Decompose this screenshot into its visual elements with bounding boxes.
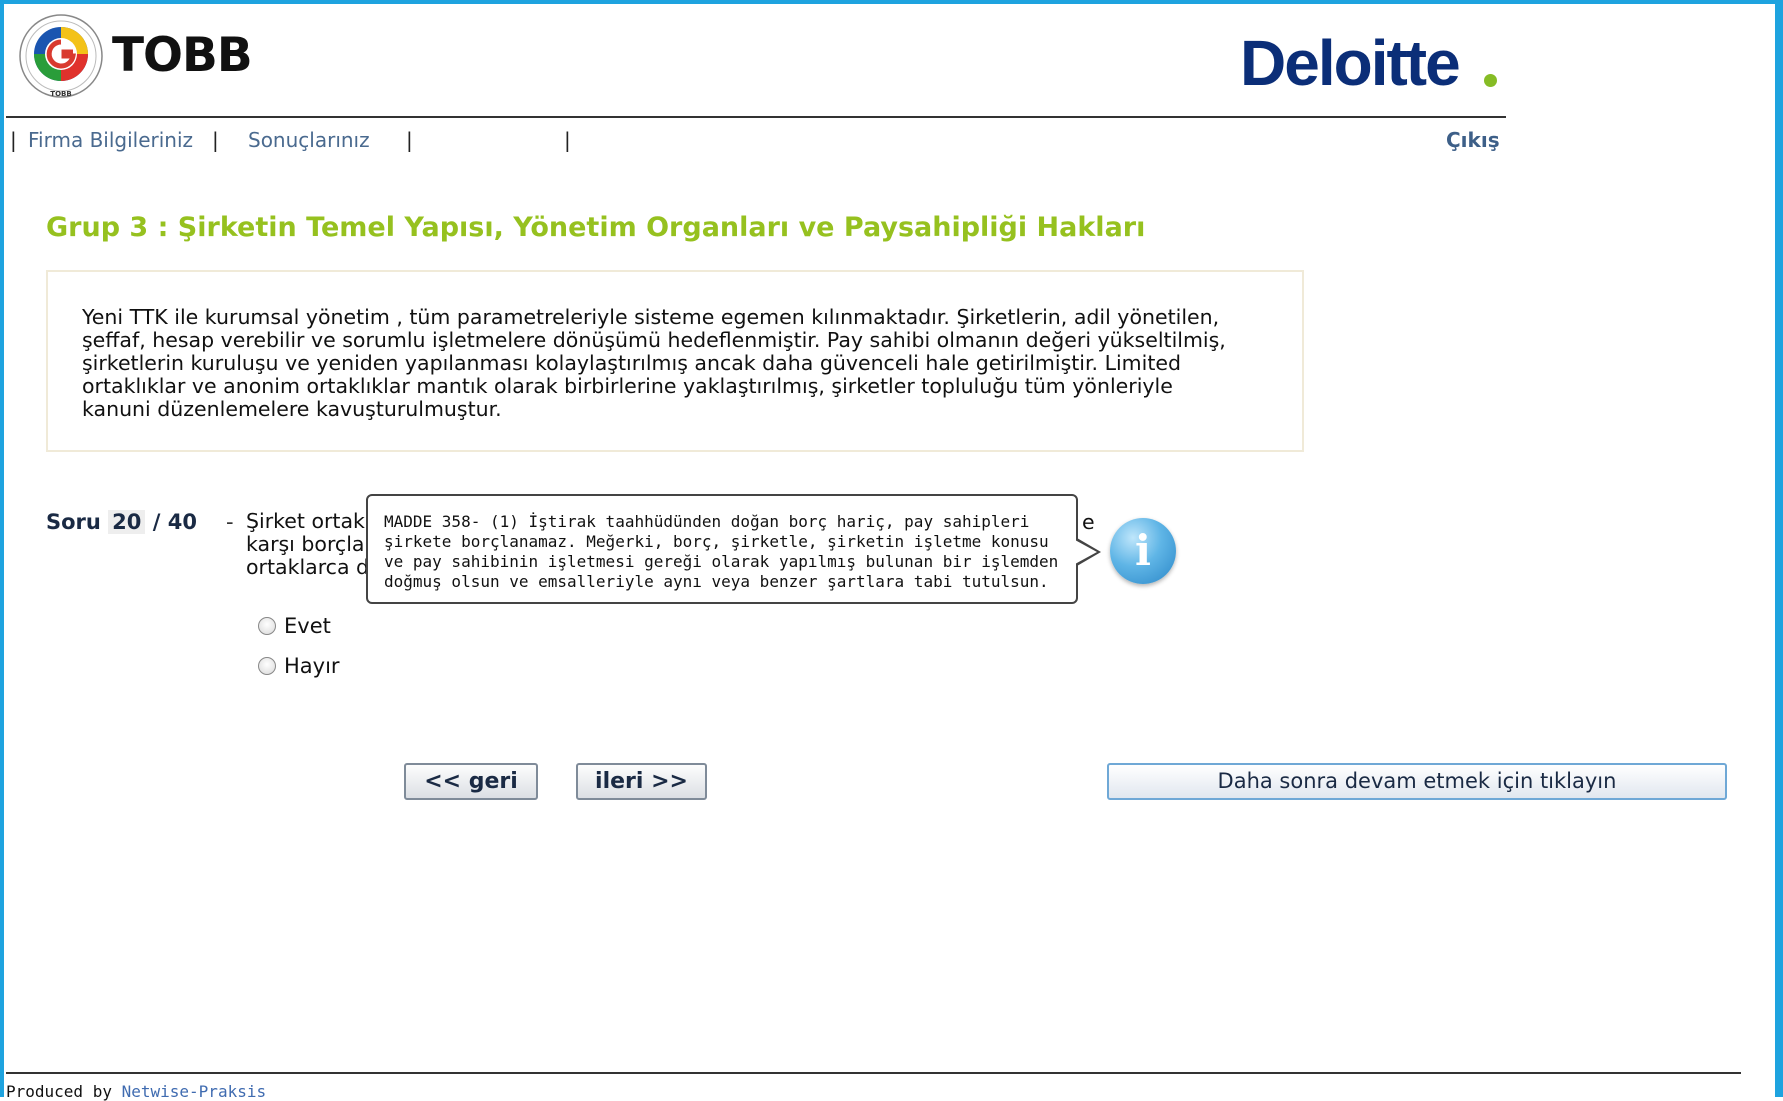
question-total: 40: [167, 510, 197, 534]
question-dash: -: [226, 510, 234, 534]
logout-link[interactable]: Çıkış: [1446, 128, 1500, 152]
footer-produced-by: Produced by: [6, 1082, 112, 1101]
tooltip-arrow-fill: [1075, 540, 1097, 564]
back-button[interactable]: << geri: [404, 763, 538, 800]
intro-line: Yeni TTK ile kurumsal yönetim , tüm para…: [82, 305, 1220, 329]
question-prefix: Soru: [46, 510, 101, 534]
intro-line: şirketlerin kuruluşu ve yeniden yapılanm…: [82, 351, 1182, 375]
law-tooltip: MADDE 358- (1) İştirak taahhüdünden doğa…: [366, 494, 1101, 604]
continue-later-button[interactable]: Daha sonra devam etmek için tıklayın: [1107, 763, 1727, 800]
footer-company-link[interactable]: Netwise-Praksis: [122, 1082, 267, 1101]
header: TOBB TOBB Deloitte: [6, 0, 1506, 118]
intro-box: Yeni TTK ile kurumsal yönetim , tüm para…: [46, 270, 1304, 452]
tooltip-line: MADDE 358- (1) İştirak taahhüdünden doğa…: [384, 512, 1030, 531]
intro-line: ortaklıklar ve anonim ortaklıklar mantık…: [82, 374, 1173, 398]
question-separator: /: [152, 510, 161, 534]
tooltip-line: şirkete borçlanamaz. Meğerki, borç, şirk…: [384, 532, 1049, 551]
nav-separator: |: [406, 128, 413, 152]
tooltip-line: ve pay sahibinin işletmesi gereği olarak…: [384, 552, 1059, 571]
option-hayir-label: Hayır: [284, 654, 340, 678]
tobb-logo-text: TOBB: [112, 28, 253, 83]
next-button[interactable]: ileri >>: [576, 763, 707, 800]
footer-divider: [6, 1072, 1741, 1074]
question-current: 20: [108, 510, 146, 534]
nav-separator: |: [564, 128, 571, 152]
option-evet[interactable]: Evet: [258, 614, 331, 638]
question-text-trailing: e: [1082, 510, 1095, 534]
radio-hayir[interactable]: [258, 657, 276, 675]
radio-evet[interactable]: [258, 617, 276, 635]
group-title: Grup 3 : Şirketin Temel Yapısı, Yönetim …: [46, 212, 1146, 243]
intro-line: kanuni düzenlemelere kavuşturulmuştur.: [82, 397, 502, 421]
info-icon[interactable]: i: [1110, 518, 1176, 584]
top-nav: | Firma Bilgileriniz | Sonuçlarınız | | …: [10, 128, 1505, 156]
deloitte-logo: Deloitte: [1240, 27, 1461, 99]
intro-text: Yeni TTK ile kurumsal yönetim , tüm para…: [82, 306, 1282, 421]
nav-separator: |: [10, 128, 17, 152]
nav-sonuclariniz[interactable]: Sonuçlarınız: [248, 128, 370, 152]
question-counter: Soru 20 / 40: [46, 510, 197, 534]
tobb-seal-label: TOBB: [50, 90, 71, 98]
option-hayir[interactable]: Hayır: [258, 654, 340, 678]
deloitte-logo-dot: [1484, 74, 1497, 87]
footer: Produced by Netwise-Praksis: [6, 1082, 266, 1101]
option-evet-label: Evet: [284, 614, 331, 638]
tooltip-line: doğmuş olsun ve emsalleriyle aynı veya b…: [384, 572, 1049, 591]
tobb-seal-logo: TOBB: [19, 14, 103, 98]
intro-line: şeffaf, hesap verebilir ve sorumlu işlet…: [82, 328, 1226, 352]
nav-separator: |: [212, 128, 219, 152]
nav-firma-bilgileriniz[interactable]: Firma Bilgileriniz: [28, 128, 193, 152]
